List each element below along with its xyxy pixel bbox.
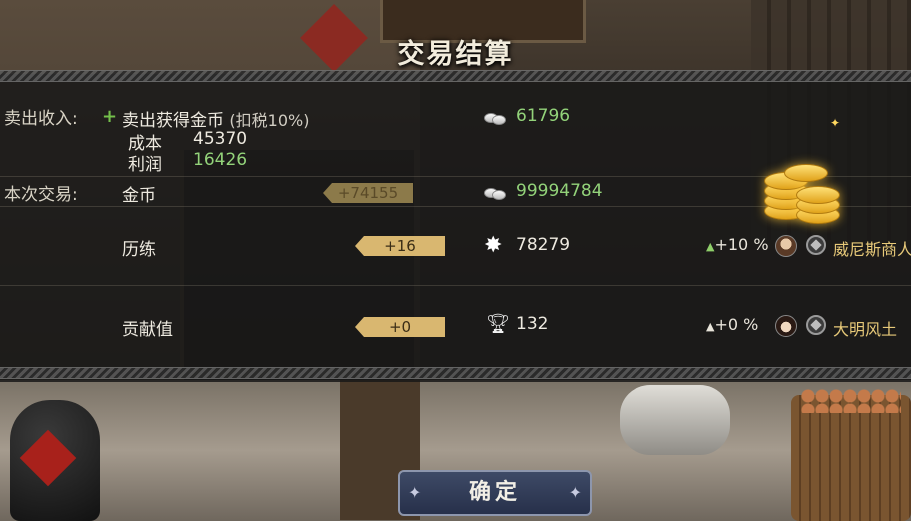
profit-value: 16426: [193, 150, 248, 170]
porcelain-jar: [620, 385, 730, 455]
confirm-button-label: 确定: [468, 480, 521, 505]
coins-icon: [484, 112, 506, 125]
panel-bottom-border: [0, 367, 911, 379]
merchant-emblem-icon: [806, 315, 826, 335]
sale-income-amount: 61796: [516, 106, 571, 126]
merchant-avatar: [775, 235, 797, 257]
sparkle-icon: ✦: [830, 116, 841, 130]
contribution-total: 132: [516, 314, 549, 334]
exp-merchant-name: 威尼斯商人: [833, 240, 911, 259]
panel-top-border: [0, 70, 911, 82]
contribution-bonus-value: +0 %: [714, 315, 759, 334]
contribution-change-tag: +0: [355, 317, 445, 337]
sparkle-star-icon: ✸: [484, 233, 503, 258]
gold-row-name: 金币: [122, 186, 156, 206]
exp-bonus: ▲+10 %: [706, 235, 769, 254]
exp-total: 78279: [516, 235, 571, 255]
star-ornament-icon: ✦: [568, 483, 582, 502]
coins-icon: [484, 187, 506, 200]
cost-value: 45370: [193, 129, 248, 149]
contribution-row-name: 贡献值: [122, 320, 173, 340]
black-jar: [10, 400, 100, 521]
row-divider: [0, 285, 911, 286]
gold-coin-stack-icon: [758, 162, 840, 224]
page-title: 交易结算: [397, 39, 514, 70]
exp-bonus-value: +10 %: [714, 235, 769, 254]
sale-income-label: 卖出收入:: [4, 109, 78, 129]
merchant-avatar: [775, 315, 797, 337]
sale-item-text: 卖出获得金币: [122, 111, 224, 131]
sale-item-label: 卖出获得金币 (扣税10%): [122, 106, 309, 131]
tax-note: (扣税10%): [229, 111, 310, 130]
contribution-bonus: ▲+0 %: [706, 315, 758, 334]
star-ornament-icon: ✦: [408, 483, 422, 502]
plus-icon: +: [102, 106, 118, 127]
exp-change-tag: +16: [355, 236, 445, 256]
this-trade-label: 本次交易:: [4, 185, 78, 205]
confirm-button[interactable]: ✦ 确定 ✦: [398, 470, 592, 516]
merchant-emblem-icon: [806, 235, 826, 255]
contribution-merchant-name: 大明风土: [833, 320, 898, 339]
gold-change-tag: +74155: [323, 183, 413, 203]
profit-label: 利润: [128, 155, 162, 175]
fruit-basket: [791, 389, 911, 521]
exp-row-name: 历练: [122, 240, 156, 260]
trophy-icon: 🏆︎: [486, 313, 511, 335]
gold-total: 99994784: [516, 181, 603, 201]
